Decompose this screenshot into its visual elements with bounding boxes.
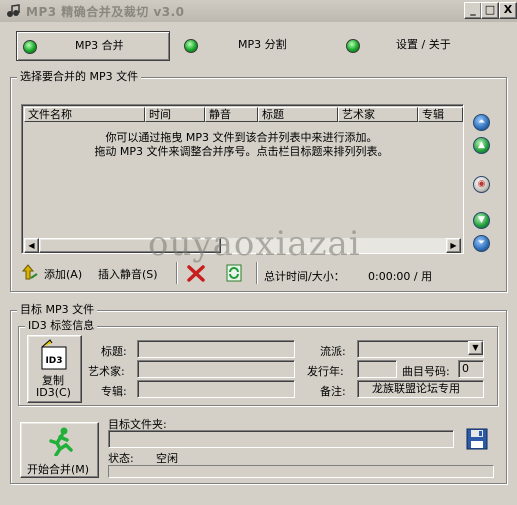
year-label: 发行年: [307,365,344,378]
tab-label: 设置 / 关于 [396,38,451,51]
chevron-down-icon[interactable]: ▼ [468,341,483,355]
close-button[interactable]: X [499,2,517,19]
sort-list-icon[interactable]: ◉ [473,176,490,193]
year-field[interactable] [357,360,397,378]
move-to-bottom-icon[interactable]: ⏷ [473,235,490,252]
move-down-icon[interactable]: ▼ [473,212,490,229]
refresh-icon[interactable] [224,263,244,283]
column-artist[interactable]: 艺术家 [338,107,418,122]
album-label: 专辑: [101,385,127,398]
list-hint-line-2: 拖动 MP3 文件来调整合并序号。点击栏目标题来排列列表。 [94,145,389,158]
move-up-icon[interactable]: ▲ [473,137,490,154]
copy-id3-button[interactable]: ID3 复制 ID3(C) [27,335,82,403]
comment-label: 备注: [320,385,346,398]
comment-field[interactable]: 龙族联盟论坛专用 [357,380,484,398]
svg-text:ID3: ID3 [45,356,62,366]
save-disk-icon[interactable] [466,428,488,450]
scroll-right-icon[interactable]: ▶ [446,238,461,253]
folder-field[interactable] [108,430,454,448]
track-field[interactable]: 0 [458,360,484,378]
app-window: MP3 精确合并及裁切 v3.0 _ □ X MP3 合并 MP3 分割 设置 … [0,0,517,505]
insert-silence-label: 插入静音(S) [98,268,158,281]
minimize-button[interactable]: _ [464,2,482,19]
tab-label: MP3 分割 [238,38,287,51]
track-label: 曲目号码: [402,365,450,378]
title-bar[interactable]: MP3 精确合并及裁切 v3.0 _ □ X [0,0,517,22]
toolbar-separator [176,262,178,284]
add-arrow-icon [22,264,38,280]
start-merge-label: 开始合并(M) [27,463,90,476]
add-label: 添加(A) [44,268,83,281]
status-value: 空闲 [156,452,178,465]
start-merge-button[interactable]: 开始合并(M) [20,422,99,478]
column-album[interactable]: 专辑 [418,107,463,122]
total-value: 0:00:00 / 用 [368,270,433,283]
genre-label: 流派: [320,345,346,358]
add-button[interactable]: 添加(A) [22,262,90,284]
scroll-left-icon[interactable]: ◀ [24,238,39,253]
move-to-top-icon[interactable]: ⏶ [473,114,490,131]
green-led-icon [346,39,360,53]
maximize-button[interactable]: □ [481,2,499,19]
genre-select[interactable]: ▼ [357,340,484,358]
status-label: 状态: [108,452,134,465]
album-field[interactable] [137,380,295,398]
green-led-icon [184,39,198,53]
copy-id3-label: ID3(C) [36,386,71,399]
group-title: 目标 MP3 文件 [17,303,98,317]
column-silence[interactable]: 静音 [205,107,258,122]
group-title: 选择要合并的 MP3 文件 [17,70,142,84]
list-header: 文件名称 时间 静音 标题 艺术家 专辑 [24,107,463,122]
group-title: ID3 标签信息 [25,319,98,333]
title-label: 标题: [101,345,127,358]
tab-settings-about[interactable]: 设置 / 关于 [344,31,502,61]
running-man-icon [49,427,73,456]
tab-mp3-merge[interactable]: MP3 合并 [16,31,170,61]
watermark-text: ouyaoxiazai [148,224,361,264]
tab-label: MP3 合并 [75,39,124,52]
tab-mp3-split[interactable]: MP3 分割 [180,31,330,61]
window-title: MP3 精确合并及裁切 v3.0 [26,5,185,19]
green-led-icon [23,40,37,54]
app-icon [7,4,20,17]
title-field[interactable] [137,340,295,358]
total-label: 总计时间/大小： [264,270,345,283]
progress-bar [108,465,494,478]
insert-silence-button[interactable]: 插入静音(S) [96,262,166,284]
tab-bar: MP3 合并 MP3 分割 设置 / 关于 [10,31,506,62]
artist-label: 艺术家: [88,365,125,378]
column-title[interactable]: 标题 [258,107,338,122]
id3-tag-icon: ID3 [41,339,67,370]
column-time[interactable]: 时间 [145,107,205,122]
artist-field[interactable] [137,360,295,378]
delete-icon[interactable] [186,263,206,283]
toolbar-separator [256,262,258,284]
column-filename[interactable]: 文件名称 [24,107,145,122]
